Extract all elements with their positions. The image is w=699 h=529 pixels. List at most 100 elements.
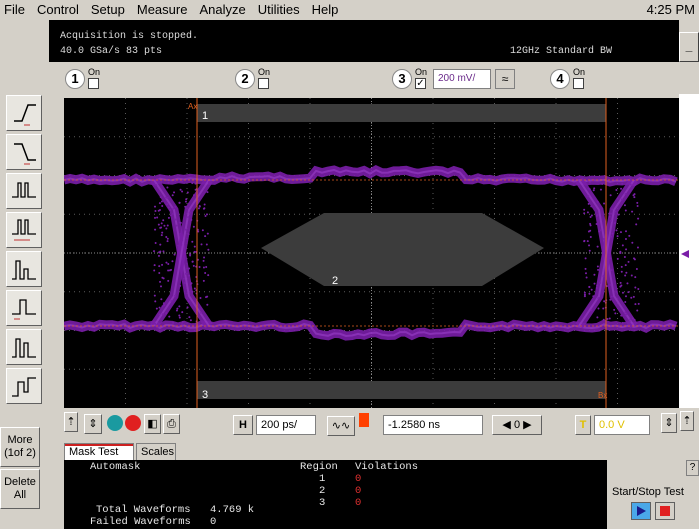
noise-dot: [161, 305, 164, 308]
noise-dot: [623, 204, 626, 207]
noise-dot: [188, 267, 191, 270]
print-icon[interactable]: ⎙: [163, 414, 180, 434]
tab-mask-test[interactable]: Mask Test: [64, 443, 134, 460]
noise-dot: [584, 257, 587, 260]
noise-dot: [596, 200, 599, 203]
menu-control[interactable]: Control: [31, 0, 85, 20]
marker-b-label: Bx: [598, 391, 607, 400]
noise-dot: [632, 295, 635, 298]
tab-scales[interactable]: Scales: [136, 443, 176, 460]
noise-dot: [160, 226, 163, 229]
falling-edge-trigger-button[interactable]: [6, 134, 42, 170]
noise-dot: [176, 307, 179, 310]
noise-dot: [584, 267, 587, 270]
channel-4-checkbox[interactable]: [573, 78, 584, 89]
waveform-display[interactable]: 1 2 3 Ax Bx: [62, 98, 679, 408]
minimize-button[interactable]: _: [679, 32, 699, 62]
noise-dot: [592, 295, 595, 298]
channel-3-checkbox[interactable]: ✓: [415, 78, 426, 89]
coupling-button[interactable]: ≈: [495, 69, 515, 89]
menu-analyze[interactable]: Analyze: [193, 0, 251, 20]
channel-3-number[interactable]: 3: [392, 69, 412, 89]
timeout-icon: [12, 299, 36, 320]
noise-dot: [616, 235, 619, 238]
noise-dot: [628, 320, 631, 323]
noise-dot: [633, 318, 636, 321]
noise-dot: [598, 230, 601, 233]
channel-2-number[interactable]: 2: [235, 69, 255, 89]
noise-dot: [201, 229, 204, 232]
single-icon[interactable]: ◧: [144, 414, 161, 434]
setup-hold-trigger-button[interactable]: [6, 368, 42, 404]
automask-label: Automask: [90, 461, 141, 473]
transition-icon: [12, 338, 36, 358]
noise-dot: [182, 277, 185, 280]
menu-utilities[interactable]: Utilities: [252, 0, 306, 20]
region-1: 1: [319, 473, 326, 485]
menu-file[interactable]: File: [0, 0, 31, 20]
noise-dot: [621, 291, 624, 294]
noise-dot: [634, 276, 637, 279]
noise-dot: [207, 274, 210, 277]
noise-dot: [621, 244, 624, 247]
noise-dot: [206, 191, 209, 194]
start-stop-label: Start/Stop Test: [612, 486, 684, 498]
noise-dot: [197, 207, 200, 210]
noise-dot: [624, 311, 627, 314]
more-button[interactable]: More (1of 2): [0, 427, 40, 467]
noise-dot: [616, 257, 619, 260]
timeout-trigger-button[interactable]: [6, 290, 42, 326]
noise-dot: [154, 210, 157, 213]
horizontal-label[interactable]: H: [233, 415, 253, 435]
channel-2-checkbox[interactable]: [258, 78, 269, 89]
delete-all-button[interactable]: Delete All: [0, 469, 40, 509]
noise-dot: [154, 322, 157, 325]
pulse-width-trigger-button[interactable]: [6, 212, 42, 248]
noise-dot: [588, 249, 591, 252]
noise-dot: [161, 276, 164, 279]
channel-bar: 1 On 2 On 3 On ✓ 200 mV/ ≈ 4 On: [49, 62, 699, 94]
position-stepper[interactable]: ◀ 0 ▶: [492, 415, 542, 435]
noise-dot: [614, 312, 617, 315]
trigger-level-stepper[interactable]: ⇕: [661, 413, 677, 433]
noise-dot: [163, 224, 166, 227]
channel-1-checkbox[interactable]: [88, 78, 99, 89]
noise-dot: [610, 269, 613, 272]
noise-dot: [610, 295, 613, 298]
menu-measure[interactable]: Measure: [131, 0, 194, 20]
noise-dot: [615, 290, 618, 293]
timebase-field[interactable]: 200 ps/: [256, 415, 316, 435]
transition-trigger-button[interactable]: [6, 329, 42, 365]
stop-test-button[interactable]: [655, 502, 675, 520]
trigger-label[interactable]: T: [575, 415, 591, 435]
noise-dot: [630, 274, 633, 277]
noise-dot: [636, 246, 639, 249]
channel-4-number[interactable]: 4: [550, 69, 570, 89]
stop-icon[interactable]: [125, 415, 141, 431]
horizontal-zoom-button[interactable]: ∿∿: [327, 416, 355, 436]
status-panel: Acquisition is stopped. 40.0 GSa/s 83 pt…: [49, 20, 679, 62]
noise-dot: [206, 295, 209, 298]
trigger-arrow-icon[interactable]: ⇡: [680, 411, 694, 431]
channel-1-number[interactable]: 1: [65, 69, 85, 89]
trigger-level-field[interactable]: 0.0 V: [594, 415, 650, 435]
runt-trigger-button[interactable]: [6, 251, 42, 287]
rising-edge-trigger-button[interactable]: [6, 95, 42, 131]
noise-dot: [182, 256, 185, 259]
noise-dot: [158, 202, 161, 205]
start-button[interactable]: [631, 502, 651, 520]
arrow-up-icon[interactable]: ⇡: [64, 412, 78, 432]
channel-3-scale-field[interactable]: 200 mV/: [433, 69, 491, 89]
run-icon[interactable]: [107, 415, 123, 431]
noise-dot: [583, 295, 586, 298]
noise-dot: [159, 196, 162, 199]
stepper-icon[interactable]: ⇕: [84, 414, 102, 434]
menu-help[interactable]: Help: [306, 0, 345, 20]
menu-setup[interactable]: Setup: [85, 0, 131, 20]
noise-dot: [174, 294, 177, 297]
horizontal-position-field[interactable]: -1.2580 ns: [383, 415, 483, 435]
noise-dot: [597, 297, 600, 300]
glitch-trigger-button[interactable]: [6, 173, 42, 209]
help-button[interactable]: ?: [686, 460, 699, 476]
noise-dot: [191, 182, 194, 185]
